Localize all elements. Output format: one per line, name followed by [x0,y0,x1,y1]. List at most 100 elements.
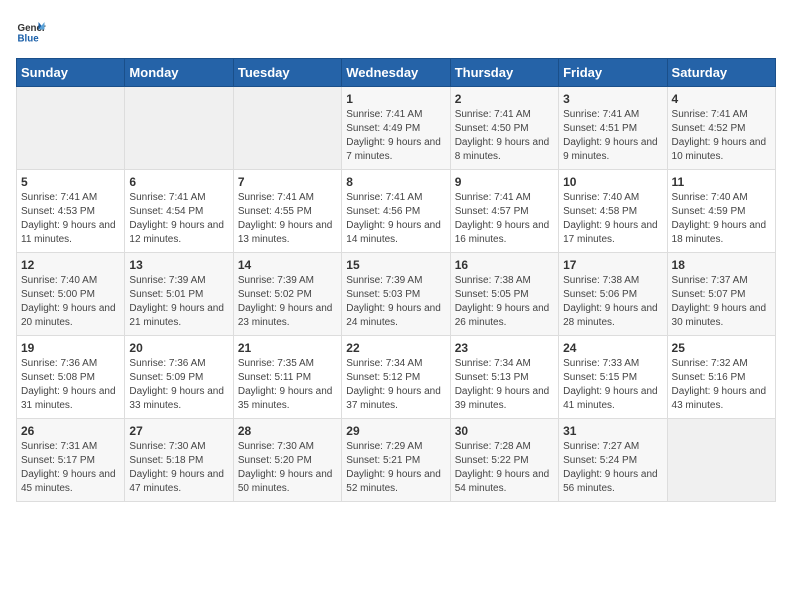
day-number: 9 [455,175,554,189]
day-info: Sunrise: 7:39 AM Sunset: 5:02 PM Dayligh… [238,274,337,330]
day-number: 27 [129,424,228,438]
calendar-cell: 28 Sunrise: 7:30 AM Sunset: 5:20 PM Dayli… [233,419,341,502]
day-number: 29 [346,424,445,438]
calendar-cell: 19 Sunrise: 7:36 AM Sunset: 5:08 PM Dayli… [17,336,125,419]
day-number: 11 [672,175,771,189]
calendar-cell: 27 Sunrise: 7:30 AM Sunset: 5:18 PM Dayli… [125,419,233,502]
calendar-cell: 9 Sunrise: 7:41 AM Sunset: 4:57 PM Daylig… [450,170,558,253]
day-info: Sunrise: 7:41 AM Sunset: 4:53 PM Dayligh… [21,191,120,247]
day-number: 14 [238,258,337,272]
calendar-cell: 16 Sunrise: 7:38 AM Sunset: 5:05 PM Dayli… [450,253,558,336]
week-row-1: 1 Sunrise: 7:41 AM Sunset: 4:49 PM Daylig… [17,87,776,170]
day-info: Sunrise: 7:41 AM Sunset: 4:57 PM Dayligh… [455,191,554,247]
calendar-cell: 24Sunrise: 7:33 AM Sunset: 5:15 PM Dayli… [559,336,667,419]
day-number: 15 [346,258,445,272]
day-info: Sunrise: 7:30 AM Sunset: 5:20 PM Dayligh… [238,440,337,496]
day-number: 12 [21,258,120,272]
column-header-tuesday: Tuesday [233,59,341,87]
day-number: 3 [563,92,662,106]
calendar-cell: 11 Sunrise: 7:40 AM Sunset: 4:59 PM Dayli… [667,170,775,253]
day-number: 10 [563,175,662,189]
calendar-cell: 8 Sunrise: 7:41 AM Sunset: 4:56 PM Daylig… [342,170,450,253]
day-number: 16 [455,258,554,272]
day-info: Sunrise: 7:41 AM Sunset: 4:50 PM Dayligh… [455,108,554,164]
calendar-cell: 12 Sunrise: 7:40 AM Sunset: 5:00 PM Dayli… [17,253,125,336]
calendar-cell [667,419,775,502]
day-info: Sunrise: 7:38 AM Sunset: 5:06 PM Dayligh… [563,274,662,330]
day-number: 21 [238,341,337,355]
day-number: 2 [455,92,554,106]
calendar-cell: 23 Sunrise: 7:34 AM Sunset: 5:13 PM Dayli… [450,336,558,419]
day-info: Sunrise: 7:41 AM Sunset: 4:51 PM Dayligh… [563,108,662,164]
day-number: 25 [672,341,771,355]
calendar-cell [233,87,341,170]
week-row-4: 19 Sunrise: 7:36 AM Sunset: 5:08 PM Dayli… [17,336,776,419]
column-header-friday: Friday [559,59,667,87]
page-header: General Blue [16,16,776,46]
calendar-cell [125,87,233,170]
day-info: Sunrise: 7:40 AM Sunset: 5:00 PM Dayligh… [21,274,120,330]
week-row-5: 26 Sunrise: 7:31 AM Sunset: 5:17 PM Dayli… [17,419,776,502]
calendar-cell: 6 Sunrise: 7:41 AM Sunset: 4:54 PM Daylig… [125,170,233,253]
day-number: 17 [563,258,662,272]
calendar-cell: 30 Sunrise: 7:28 AM Sunset: 5:22 PM Dayli… [450,419,558,502]
day-number: 6 [129,175,228,189]
day-info: Sunrise: 7:36 AM Sunset: 5:09 PM Dayligh… [129,357,228,413]
calendar-cell: 10 Sunrise: 7:40 AM Sunset: 4:58 PM Dayli… [559,170,667,253]
day-info: Sunrise: 7:30 AM Sunset: 5:18 PM Dayligh… [129,440,228,496]
day-info: Sunrise: 7:29 AM Sunset: 5:21 PM Dayligh… [346,440,445,496]
calendar-cell: 1 Sunrise: 7:41 AM Sunset: 4:49 PM Daylig… [342,87,450,170]
day-info: Sunrise: 7:41 AM Sunset: 4:56 PM Dayligh… [346,191,445,247]
day-number: 30 [455,424,554,438]
column-header-monday: Monday [125,59,233,87]
calendar-table: SundayMondayTuesdayWednesdayThursdayFrid… [16,58,776,502]
day-number: 5 [21,175,120,189]
day-number: 13 [129,258,228,272]
day-number: 8 [346,175,445,189]
day-info: Sunrise: 7:41 AM Sunset: 4:55 PM Dayligh… [238,191,337,247]
day-info: Sunrise: 7:41 AM Sunset: 4:49 PM Dayligh… [346,108,445,164]
day-number: 22 [346,341,445,355]
column-header-wednesday: Wednesday [342,59,450,87]
week-row-3: 12 Sunrise: 7:40 AM Sunset: 5:00 PM Dayli… [17,253,776,336]
calendar-cell: 5 Sunrise: 7:41 AM Sunset: 4:53 PM Daylig… [17,170,125,253]
column-header-sunday: Sunday [17,59,125,87]
day-info: Sunrise: 7:35 AM Sunset: 5:11 PM Dayligh… [238,357,337,413]
logo: General Blue [16,16,46,46]
day-number: 23 [455,341,554,355]
calendar-cell: 17 Sunrise: 7:38 AM Sunset: 5:06 PM Dayli… [559,253,667,336]
day-number: 1 [346,92,445,106]
calendar-cell [17,87,125,170]
calendar-cell: 22Sunrise: 7:34 AM Sunset: 5:12 PM Dayli… [342,336,450,419]
day-info: Sunrise: 7:28 AM Sunset: 5:22 PM Dayligh… [455,440,554,496]
calendar-cell: 26 Sunrise: 7:31 AM Sunset: 5:17 PM Dayli… [17,419,125,502]
calendar-cell: 18Sunrise: 7:37 AM Sunset: 5:07 PM Dayli… [667,253,775,336]
day-info: Sunrise: 7:40 AM Sunset: 4:58 PM Dayligh… [563,191,662,247]
day-info: Sunrise: 7:31 AM Sunset: 5:17 PM Dayligh… [21,440,120,496]
calendar-cell: 2 Sunrise: 7:41 AM Sunset: 4:50 PM Daylig… [450,87,558,170]
day-info: Sunrise: 7:34 AM Sunset: 5:13 PM Dayligh… [455,357,554,413]
calendar-cell: 15Sunrise: 7:39 AM Sunset: 5:03 PM Dayli… [342,253,450,336]
day-number: 28 [238,424,337,438]
calendar-cell: 4Sunrise: 7:41 AM Sunset: 4:52 PM Daylig… [667,87,775,170]
svg-text:Blue: Blue [18,34,40,45]
day-info: Sunrise: 7:36 AM Sunset: 5:08 PM Dayligh… [21,357,120,413]
day-info: Sunrise: 7:40 AM Sunset: 4:59 PM Dayligh… [672,191,771,247]
calendar-cell: 21 Sunrise: 7:35 AM Sunset: 5:11 PM Dayli… [233,336,341,419]
calendar-cell: 3 Sunrise: 7:41 AM Sunset: 4:51 PM Daylig… [559,87,667,170]
day-number: 31 [563,424,662,438]
day-number: 19 [21,341,120,355]
day-number: 4 [672,92,771,106]
day-number: 26 [21,424,120,438]
calendar-cell: 13Sunrise: 7:39 AM Sunset: 5:01 PM Dayli… [125,253,233,336]
calendar-cell: 31Sunrise: 7:27 AM Sunset: 5:24 PM Dayli… [559,419,667,502]
day-info: Sunrise: 7:33 AM Sunset: 5:15 PM Dayligh… [563,357,662,413]
calendar-cell: 29 Sunrise: 7:29 AM Sunset: 5:21 PM Dayli… [342,419,450,502]
column-header-saturday: Saturday [667,59,775,87]
calendar-cell: 14 Sunrise: 7:39 AM Sunset: 5:02 PM Dayli… [233,253,341,336]
day-number: 7 [238,175,337,189]
day-info: Sunrise: 7:38 AM Sunset: 5:05 PM Dayligh… [455,274,554,330]
week-row-2: 5 Sunrise: 7:41 AM Sunset: 4:53 PM Daylig… [17,170,776,253]
column-header-thursday: Thursday [450,59,558,87]
day-info: Sunrise: 7:41 AM Sunset: 4:54 PM Dayligh… [129,191,228,247]
